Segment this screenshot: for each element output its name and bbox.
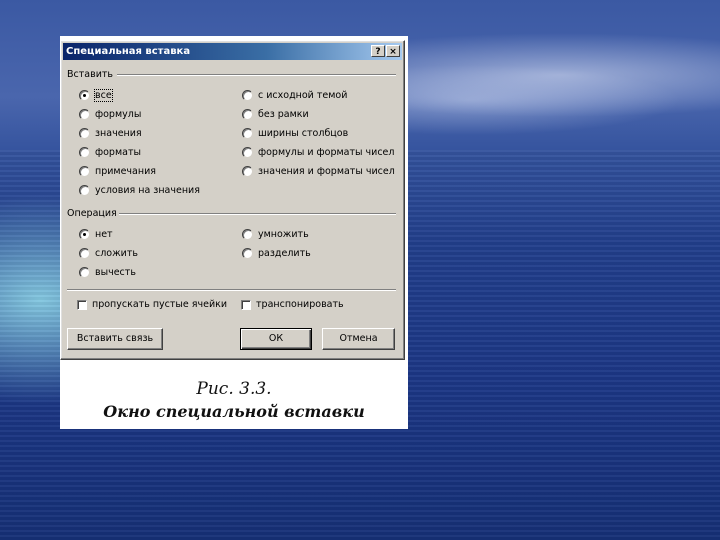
transpose-checkbox[interactable]: транспонировать — [241, 298, 344, 311]
radio-label: примечания — [95, 166, 156, 177]
radio-button[interactable] — [79, 267, 90, 278]
options-divider — [67, 289, 396, 291]
radio-paste-formats[interactable]: форматы — [79, 146, 141, 159]
radio-paste-validation[interactable]: условия на значения — [79, 184, 200, 197]
radio-button[interactable] — [242, 229, 253, 240]
radio-paste-formulas[interactable]: формулы — [79, 108, 141, 121]
radio-operation-divide[interactable]: разделить — [242, 247, 311, 260]
paste-group-divider — [117, 74, 396, 76]
checkbox-label: транспонировать — [256, 299, 344, 310]
dialog-title: Специальная вставка — [66, 46, 191, 57]
radio-label: ширины столбцов — [258, 128, 349, 139]
radio-button[interactable] — [242, 128, 253, 139]
operation-group-divider — [119, 213, 396, 215]
radio-label: без рамки — [258, 109, 309, 120]
radio-button[interactable] — [79, 109, 90, 120]
radio-button[interactable] — [242, 147, 253, 158]
radio-paste-all[interactable]: все — [79, 89, 113, 102]
figure-caption: Окно специальной вставки — [103, 402, 365, 421]
paste-group-label: Вставить — [67, 69, 114, 80]
ok-button[interactable]: ОК — [240, 328, 312, 350]
radio-button[interactable] — [79, 90, 90, 101]
radio-label: значения — [95, 128, 142, 139]
radio-label: умножить — [258, 229, 309, 240]
radio-label: значения и форматы чисел — [258, 166, 395, 177]
paste-link-button[interactable]: Вставить связь — [67, 328, 163, 350]
help-button[interactable]: ? — [371, 45, 385, 57]
radio-operation-subtract[interactable]: вычесть — [79, 266, 136, 279]
radio-operation-add[interactable]: сложить — [79, 247, 138, 260]
radio-label: с исходной темой — [258, 90, 348, 101]
radio-button[interactable] — [79, 248, 90, 259]
radio-paste-comments[interactable]: примечания — [79, 165, 156, 178]
radio-button[interactable] — [242, 90, 253, 101]
radio-button[interactable] — [79, 128, 90, 139]
radio-button[interactable] — [242, 166, 253, 177]
radio-paste-values-number-formats[interactable]: значения и форматы чисел — [242, 165, 395, 178]
radio-label: формулы и форматы чисел — [258, 147, 395, 158]
radio-button[interactable] — [79, 166, 90, 177]
skip-blanks-checkbox[interactable]: пропускать пустые ячейки — [77, 298, 227, 311]
radio-paste-values[interactable]: значения — [79, 127, 142, 140]
radio-button[interactable] — [79, 185, 90, 196]
radio-label: сложить — [95, 248, 138, 259]
radio-label: нет — [95, 229, 113, 240]
radio-button[interactable] — [242, 109, 253, 120]
radio-paste-formulas-number-formats[interactable]: формулы и форматы чисел — [242, 146, 394, 159]
radio-label: условия на значения — [95, 185, 200, 196]
operation-group-label: Операция — [67, 208, 117, 219]
radio-paste-source-theme[interactable]: с исходной темой — [242, 89, 347, 102]
radio-label: вычесть — [95, 267, 136, 278]
cancel-button[interactable]: Отмена — [322, 328, 395, 350]
paste-special-dialog: Специальная вставка ? × Вставить все фор… — [60, 40, 405, 360]
radio-label: форматы — [95, 147, 141, 158]
radio-button[interactable] — [242, 248, 253, 259]
close-button[interactable]: × — [386, 45, 400, 57]
radio-operation-multiply[interactable]: умножить — [242, 228, 309, 241]
checkbox-box[interactable] — [241, 299, 251, 310]
figure-number: Рис. 3.3. — [196, 379, 272, 399]
radio-label: все — [94, 89, 113, 102]
radio-button[interactable] — [79, 229, 90, 240]
dialog-titlebar: Специальная вставка ? × — [63, 43, 402, 60]
radio-label: разделить — [258, 248, 311, 259]
radio-button[interactable] — [79, 147, 90, 158]
radio-label: формулы — [95, 109, 142, 120]
checkbox-label: пропускать пустые ячейки — [92, 299, 228, 310]
radio-paste-column-widths[interactable]: ширины столбцов — [242, 127, 348, 140]
checkbox-box[interactable] — [77, 299, 87, 310]
radio-paste-no-border[interactable]: без рамки — [242, 108, 309, 121]
radio-operation-none[interactable]: нет — [79, 228, 113, 241]
